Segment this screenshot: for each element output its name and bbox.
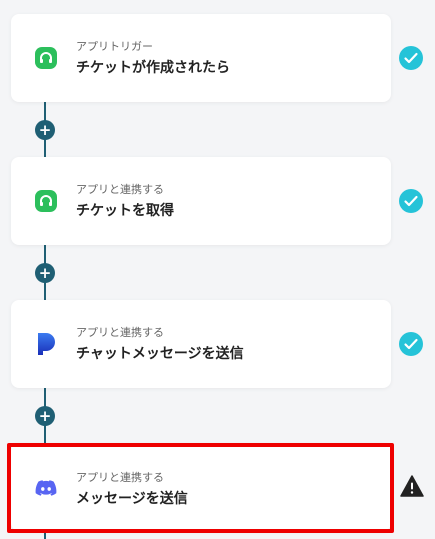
warning-icon (400, 475, 424, 497)
step-type-label: アプリと連携する (76, 326, 164, 339)
headset-icon (35, 47, 57, 69)
step-card-trigger[interactable]: アプリトリガー チケットが作成されたら (11, 14, 391, 102)
step-card-send-chat[interactable]: アプリと連携する チャットメッセージを送信 (11, 300, 391, 388)
add-step-button[interactable]: + (35, 263, 55, 283)
p-logo-icon (38, 333, 55, 355)
step-type-label: アプリトリガー (76, 40, 153, 53)
check-icon (399, 46, 423, 70)
step-title: チケットを取得 (76, 203, 174, 219)
step-card-get-ticket[interactable]: アプリと連携する チケットを取得 (11, 157, 391, 245)
step-title: チャットメッセージを送信 (76, 346, 244, 362)
step-type-label: アプリと連携する (76, 183, 164, 196)
add-step-button[interactable]: + (35, 120, 55, 140)
selected-step-highlight (7, 443, 394, 533)
step-title: チケットが作成されたら (76, 60, 230, 76)
check-icon (399, 189, 423, 213)
check-icon (399, 332, 423, 356)
headset-icon (35, 190, 57, 212)
add-step-button[interactable]: + (35, 406, 55, 426)
